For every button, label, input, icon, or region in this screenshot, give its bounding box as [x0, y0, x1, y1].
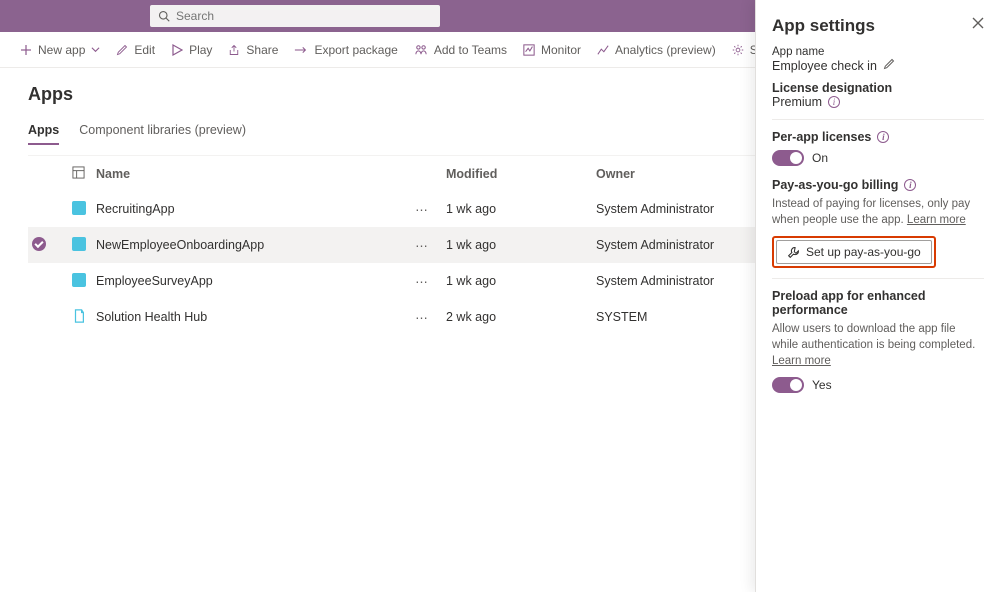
- app-owner: System Administrator: [592, 202, 742, 216]
- play-label: Play: [189, 43, 212, 57]
- chevron-down-icon: [91, 45, 100, 54]
- canvas-app-icon: [72, 273, 86, 287]
- edit-button[interactable]: Edit: [116, 43, 155, 57]
- wrench-icon: [787, 246, 800, 259]
- share-button[interactable]: Share: [228, 43, 278, 57]
- add-teams-label: Add to Teams: [434, 43, 507, 57]
- license-designation-value: Premium: [772, 95, 822, 109]
- more-actions-button[interactable]: ⋯: [402, 274, 442, 289]
- app-name-label: App name: [772, 46, 984, 58]
- pencil-icon: [116, 44, 128, 56]
- highlight-box: Set up pay-as-you-go: [772, 236, 936, 268]
- per-app-licenses-title: Per-app licenses: [772, 130, 871, 144]
- info-icon[interactable]: i: [904, 179, 916, 191]
- search-input[interactable]: [176, 9, 432, 23]
- info-icon[interactable]: i: [828, 96, 840, 108]
- license-designation-label: License designation: [772, 81, 984, 95]
- preload-toggle[interactable]: [772, 377, 804, 393]
- app-modified: 1 wk ago: [442, 202, 592, 216]
- app-name-value: Employee check in: [772, 59, 877, 73]
- edit-app-name-button[interactable]: [883, 58, 895, 73]
- app-name[interactable]: Solution Health Hub: [92, 310, 402, 324]
- analytics-button[interactable]: Analytics (preview): [597, 43, 716, 57]
- share-icon: [228, 44, 240, 56]
- export-label: Export package: [314, 43, 397, 57]
- canvas-app-icon: [72, 201, 86, 215]
- payg-learn-more-link[interactable]: Learn more: [907, 214, 966, 226]
- search-icon: [158, 10, 170, 22]
- teams-icon: [414, 44, 428, 56]
- app-settings-panel: App settings App name Employee check in …: [755, 0, 1000, 592]
- play-button[interactable]: Play: [171, 43, 212, 57]
- info-icon[interactable]: i: [877, 131, 889, 143]
- app-name[interactable]: RecruitingApp: [92, 202, 402, 216]
- canvas-app-icon: [72, 237, 86, 251]
- preload-description: Allow users to download the app file whi…: [772, 323, 975, 351]
- analytics-icon: [597, 44, 609, 56]
- new-app-button[interactable]: New app: [20, 43, 100, 57]
- monitor-button[interactable]: Monitor: [523, 43, 581, 57]
- search-box[interactable]: [150, 5, 440, 27]
- more-actions-button[interactable]: ⋯: [402, 202, 442, 217]
- divider: [772, 119, 984, 120]
- app-name[interactable]: EmployeeSurveyApp: [92, 274, 402, 288]
- col-owner[interactable]: Owner: [592, 167, 742, 181]
- per-app-licenses-toggle-label: On: [812, 151, 828, 165]
- export-icon: [294, 44, 308, 56]
- more-actions-button[interactable]: ⋯: [402, 310, 442, 325]
- close-icon[interactable]: [972, 16, 984, 32]
- export-button[interactable]: Export package: [294, 43, 397, 57]
- share-label: Share: [246, 43, 278, 57]
- analytics-label: Analytics (preview): [615, 43, 716, 57]
- plus-icon: [20, 44, 32, 56]
- payg-title: Pay-as-you-go billing: [772, 178, 898, 192]
- health-hub-icon: [72, 309, 86, 323]
- per-app-licenses-toggle[interactable]: [772, 150, 804, 166]
- app-modified: 1 wk ago: [442, 238, 592, 252]
- preload-title: Preload app for enhanced performance: [772, 289, 984, 317]
- gear-icon: [732, 44, 744, 56]
- app-modified: 1 wk ago: [442, 274, 592, 288]
- app-name[interactable]: NewEmployeeOnboardingApp: [92, 238, 402, 252]
- monitor-label: Monitor: [541, 43, 581, 57]
- tab-apps[interactable]: Apps: [28, 123, 59, 145]
- selected-check-icon[interactable]: [32, 237, 46, 251]
- setup-payg-label: Set up pay-as-you-go: [806, 245, 921, 259]
- tab-component-libraries[interactable]: Component libraries (preview): [79, 123, 246, 145]
- more-actions-button[interactable]: ⋯: [402, 238, 442, 253]
- add-teams-button[interactable]: Add to Teams: [414, 43, 507, 57]
- preload-toggle-label: Yes: [812, 378, 832, 392]
- monitor-icon: [523, 44, 535, 56]
- play-icon: [171, 44, 183, 56]
- divider: [772, 278, 984, 279]
- setup-payg-button[interactable]: Set up pay-as-you-go: [776, 240, 932, 264]
- layout-icon[interactable]: [72, 166, 85, 179]
- app-owner: System Administrator: [592, 238, 742, 252]
- edit-label: Edit: [134, 43, 155, 57]
- col-modified[interactable]: Modified: [442, 167, 592, 181]
- app-modified: 2 wk ago: [442, 310, 592, 324]
- new-app-label: New app: [38, 43, 85, 57]
- app-owner: System Administrator: [592, 274, 742, 288]
- app-owner: SYSTEM: [592, 310, 742, 324]
- preload-learn-more-link[interactable]: Learn more: [772, 355, 831, 367]
- col-name[interactable]: Name: [92, 167, 402, 181]
- panel-title: App settings: [772, 16, 875, 36]
- pencil-icon: [883, 58, 895, 70]
